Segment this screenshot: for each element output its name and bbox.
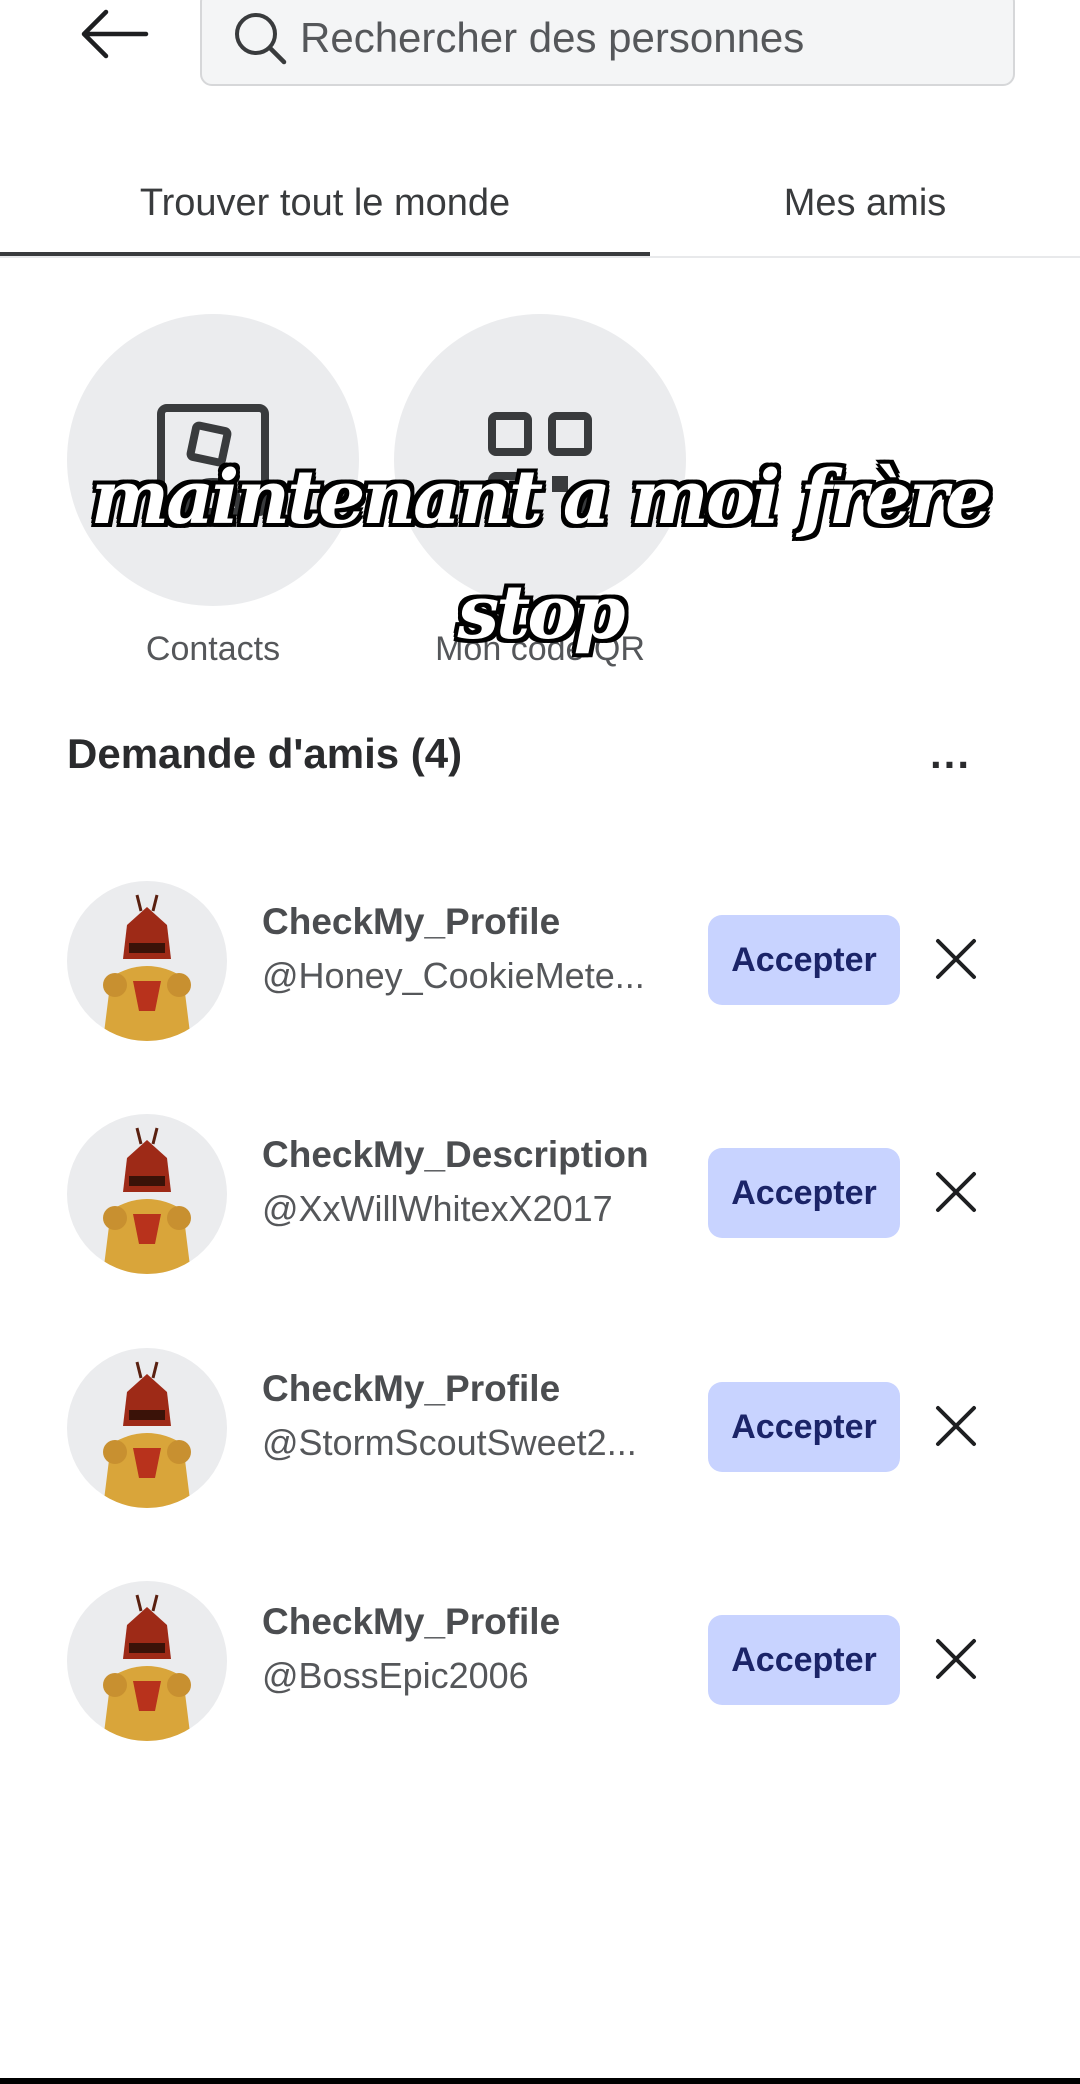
display-name: CheckMy_Profile [262, 901, 561, 942]
avatar-icon [103, 894, 191, 1041]
accept-button[interactable]: Accepter [708, 1148, 900, 1238]
top-bar: Rechercher des personnes [0, 0, 1080, 90]
bottom-edge [0, 2078, 1080, 2084]
tab-bar: Trouver tout le monde Mes amis [0, 150, 1080, 258]
username: @StormScoutSweet2... [262, 1422, 637, 1463]
display-name: CheckMy_Profile [262, 1601, 561, 1642]
back-arrow-icon[interactable] [80, 8, 150, 60]
username: @XxWillWhitexX2017 [262, 1188, 613, 1229]
tab-my-friends[interactable]: Mes amis [650, 150, 1080, 256]
avatar[interactable] [67, 1581, 227, 1741]
avatar[interactable] [67, 1114, 227, 1274]
search-input[interactable]: Rechercher des personnes [200, 0, 1015, 86]
accept-button[interactable]: Accepter [708, 1615, 900, 1705]
avatar-icon [103, 1594, 191, 1741]
list-item: CheckMy_Description @XxWillWhitexX2017 A… [0, 1114, 1080, 1284]
avatar-icon [103, 1127, 191, 1274]
tab-find-everyone[interactable]: Trouver tout le monde [0, 150, 650, 256]
caption-line-1: maintenant a moi frère [90, 455, 992, 541]
username: @Honey_CookieMete... [262, 955, 645, 996]
accept-button[interactable]: Accepter [708, 1382, 900, 1472]
avatar[interactable] [67, 1348, 227, 1508]
close-icon[interactable] [930, 1633, 982, 1685]
list-item: CheckMy_Profile @Honey_CookieMete... Acc… [0, 881, 1080, 1051]
search-icon [235, 13, 287, 65]
friend-requests-title: Demande d'amis (4) [67, 730, 463, 777]
display-name: CheckMy_Profile [262, 1368, 561, 1409]
caption-line-2: stop [457, 570, 626, 656]
list-item: CheckMy_Profile @StormScoutSweet2... Acc… [0, 1348, 1080, 1518]
list-item: CheckMy_Profile @BossEpic2006 Accepter [0, 1581, 1080, 1751]
active-tab-indicator [0, 252, 650, 256]
accept-button[interactable]: Accepter [708, 915, 900, 1005]
close-icon[interactable] [930, 1166, 982, 1218]
avatar-icon [103, 1361, 191, 1508]
search-placeholder: Rechercher des personnes [300, 14, 805, 61]
more-options-button[interactable]: ... [930, 730, 971, 778]
avatar[interactable] [67, 881, 227, 1041]
display-name: CheckMy_Description [262, 1134, 649, 1175]
username: @BossEpic2006 [262, 1655, 529, 1696]
close-icon[interactable] [930, 1400, 982, 1452]
close-icon[interactable] [930, 933, 982, 985]
